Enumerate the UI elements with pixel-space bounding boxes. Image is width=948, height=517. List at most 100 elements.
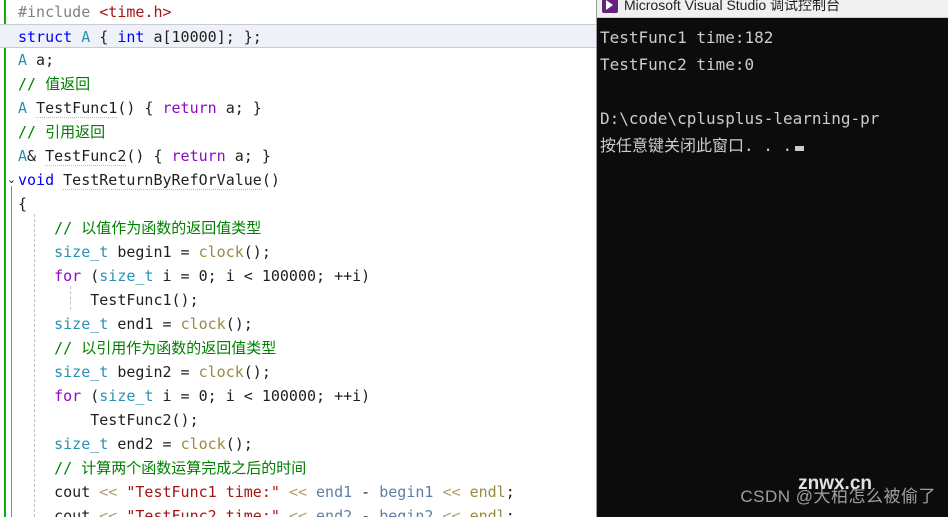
code-token: 10000 [171,28,217,46]
line-cout1[interactable]: cout << "TestFunc1 time:" << end1 - begi… [0,480,596,504]
console-line-text: TestFunc2 time:0 [600,55,755,74]
code-token: ; [505,483,515,501]
code-token: << [99,507,118,517]
line-a-decl[interactable]: A a; [0,48,596,72]
code-fold-rail [11,186,12,517]
code-token: A [18,51,28,69]
code-token: TestFunc1 [36,99,118,118]
code-token: ( [81,387,100,405]
code-token: // 引用返回 [18,123,106,141]
console-output: TestFunc1 time:182 TestFunc2 time:0 D:\cod… [597,19,948,517]
code-editor-pane[interactable]: ⌄ #include <time.h> struct A { int a[1000… [0,0,596,517]
line-cout2[interactable]: cout << "TestFunc2 time:" << end2 - begi… [0,504,596,517]
code-token: A [18,99,28,117]
code-token: // 以值作为函数的返回值类型 [18,219,262,237]
line-comment-by-ref[interactable]: // 以引用作为函数的返回值类型 [0,336,596,360]
code-token: size_t [54,363,109,381]
code-token: A [18,147,28,165]
code-token: { [18,195,28,213]
code-text-area[interactable]: #include <time.h> struct A { int a[10000]… [0,0,596,517]
debug-console-window[interactable]: Microsoft Visual Studio 调试控制台 TestFunc1 … [596,0,948,517]
line-comment-ref-return[interactable]: // 引用返回 [0,120,596,144]
code-token: begin2 [379,507,434,517]
line-for1[interactable]: for (size_t i = 0; i < 100000; ++i) [0,264,596,288]
line-comment-value-return[interactable]: // 值返回 [0,72,596,96]
code-token: { [90,28,118,46]
line-for2[interactable]: for (size_t i = 0; i < 100000; ++i) [0,384,596,408]
code-token: ( [81,267,100,285]
code-token: a; [27,51,55,69]
code-token: begin2 = [108,363,199,381]
line-comment-calc-time[interactable]: // 计算两个函数运算完成之后的时间 [0,456,596,480]
code-token: size_t [99,387,154,405]
console-title-bar[interactable]: Microsoft Visual Studio 调试控制台 [597,0,948,18]
line-comment-by-value[interactable]: // 以值作为函数的返回值类型 [0,216,596,240]
code-token: clock [180,315,226,333]
code-token: ; i < [207,387,262,405]
line-func-signature[interactable]: void TestReturnByRefOrValue() [0,168,596,192]
line-begin1[interactable]: size_t begin1 = clock(); [0,240,596,264]
code-token: void [18,171,55,189]
visual-studio-icon [602,0,618,13]
code-token: << [288,483,307,501]
line-end1[interactable]: size_t end1 = clock(); [0,312,596,336]
code-token: begin1 [379,483,434,501]
code-token: cout [18,483,100,501]
console-cursor [795,146,805,151]
code-token: "TestFunc2 time:" [126,507,280,517]
line-call-testfunc1[interactable]: TestFunc1(); [0,288,596,312]
code-token: (); [243,363,271,381]
line-end2[interactable]: size_t end2 = clock(); [0,432,596,456]
line-include[interactable]: #include <time.h> [0,0,596,24]
code-token: (); [225,315,253,333]
console-line-text: D:\code\cplusplus-learning-pr [600,109,880,128]
code-token: for [54,387,82,405]
code-token: << [442,483,461,501]
code-token: begin1 = [108,243,199,261]
code-token: clock [198,243,244,261]
line-testfunc1-def[interactable]: A TestFunc1() { return a; } [0,96,596,120]
code-token: () { [117,99,163,117]
code-token: for [54,267,82,285]
line-testfunc2-def[interactable]: A& TestFunc2() { return a; } [0,144,596,168]
console-line: TestFunc1 time:182 [600,24,948,51]
code-token: clock [180,435,226,453]
line-open-brace[interactable]: { [0,192,596,216]
code-token: TestReturnByRefOrValue [63,171,262,190]
code-token: end1 [316,483,353,501]
code-token: (); [171,411,199,429]
code-token: 0 [198,387,208,405]
code-token: a[ [144,28,172,46]
line-struct-a[interactable]: struct A { int a[10000]; }; [0,24,596,48]
code-token: // 值返回 [18,75,91,93]
code-token: << [442,507,461,517]
line-begin2[interactable]: size_t begin2 = clock(); [0,360,596,384]
code-token: cout [18,507,100,517]
console-line: D:\code\cplusplus-learning-pr [600,105,948,132]
code-token: end2 = [108,435,181,453]
console-line-text: TestFunc1 time:182 [600,28,774,47]
line-call-testfunc2[interactable]: TestFunc2(); [0,408,596,432]
code-token: ; i < [207,267,262,285]
indent-guide [34,214,35,517]
site-watermark: znwx.cn [798,473,872,494]
code-token: TestFunc1 [90,291,172,309]
code-token: a; } [225,147,271,165]
code-token: "TestFunc1 time:" [126,483,280,501]
code-token: size_t [54,315,109,333]
code-token: int [117,28,145,46]
code-token: i = [153,387,199,405]
code-token: // 以引用作为函数的返回值类型 [18,339,277,357]
code-token: ; ++i) [316,267,371,285]
